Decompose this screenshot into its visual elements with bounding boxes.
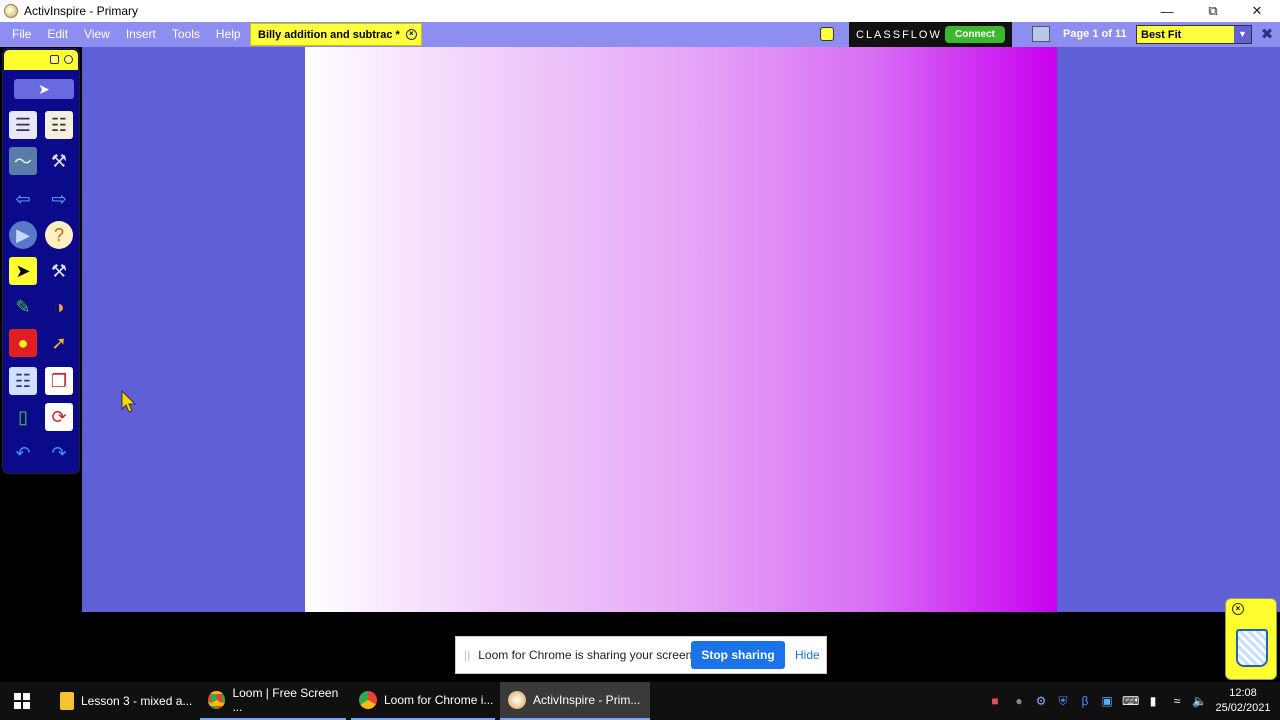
- clock-date: 25/02/2021: [1215, 702, 1271, 714]
- page-icon[interactable]: [1032, 26, 1050, 42]
- clock-time: 12:08: [1229, 687, 1257, 699]
- toolbox-header[interactable]: [4, 50, 78, 70]
- folder-icon: [60, 692, 74, 710]
- select-icon[interactable]: ➤: [9, 257, 37, 285]
- document-tab-label: Billy addition and subtrac *: [258, 28, 400, 41]
- collapse-icon[interactable]: [64, 55, 73, 64]
- menu-help[interactable]: Help: [208, 22, 249, 47]
- windows-start-icon[interactable]: [14, 693, 30, 709]
- help-icon[interactable]: ?: [45, 221, 73, 249]
- close-tab-icon[interactable]: ×: [405, 29, 417, 40]
- activinspire-icon: [508, 691, 526, 709]
- taskbar-item-label: Loom for Chrome i...: [384, 693, 494, 707]
- document-tab[interactable]: Billy addition and subtrac * ×: [250, 23, 422, 46]
- mouse-cursor-icon: [121, 390, 137, 413]
- chrome-icon: [359, 691, 377, 709]
- main-toolbox: ➤ ☰ ☷ 〜 ⚒ ⇦ ⇨ ▶ ? ➤ ⚒ ✎ ◑ ● ➚ ☷ ❐ ▯ ⟳ ↶ …: [2, 48, 80, 474]
- connect-button[interactable]: Connect: [945, 26, 1005, 43]
- resource-library-icon[interactable]: ☷: [9, 367, 37, 395]
- menu-file[interactable]: File: [4, 22, 39, 47]
- fullscreen-icon[interactable]: ✖: [1258, 26, 1276, 44]
- close-icon[interactable]: ×: [1232, 603, 1244, 615]
- pin-icon[interactable]: [50, 55, 59, 64]
- multi-tool-icon[interactable]: ⚒: [45, 257, 73, 285]
- title-bar: ActivInspire - Primary — ⧉ ✕: [0, 0, 1280, 22]
- notebook-icon[interactable]: [820, 27, 834, 41]
- menu-edit[interactable]: Edit: [39, 22, 76, 47]
- trash-can-icon: [1236, 629, 1268, 667]
- taskbar-item-label: Loom | Free Screen ...: [232, 686, 339, 714]
- page-indicator: Page 1 of 11: [1063, 28, 1127, 40]
- display-icon[interactable]: ▣: [1100, 694, 1114, 708]
- chrome-icon: [208, 691, 226, 709]
- wifi-icon[interactable]: ≈: [1170, 694, 1184, 708]
- bluetooth-icon[interactable]: β: [1078, 694, 1092, 708]
- eraser-icon[interactable]: ▯: [9, 403, 37, 431]
- play-icon[interactable]: ▶: [9, 221, 37, 249]
- page-browser-icon[interactable]: ☰: [9, 111, 37, 139]
- loom-sharing-bar: || Loom for Chrome is sharing your scree…: [455, 636, 827, 674]
- flipchart-page[interactable]: [305, 47, 1057, 612]
- menu-insert[interactable]: Insert: [118, 22, 164, 47]
- object-browser-icon[interactable]: ☷: [45, 111, 73, 139]
- taskbar-item-explorer[interactable]: Lesson 3 - mixed a...: [52, 682, 194, 720]
- close-button[interactable]: ✕: [1234, 0, 1280, 22]
- annotate-desktop-icon[interactable]: 〜: [9, 147, 37, 175]
- window-title: ActivInspire - Primary: [24, 4, 139, 18]
- tools-icon[interactable]: ⚒: [45, 147, 73, 175]
- battery-icon[interactable]: ▮: [1146, 694, 1160, 708]
- workspace: [0, 47, 1280, 612]
- classflow-logo: CLASSFLOW: [856, 28, 942, 41]
- next-page-icon[interactable]: ⇨: [45, 185, 73, 213]
- menu-view[interactable]: View: [76, 22, 118, 47]
- zoom-value: Best Fit: [1141, 28, 1182, 41]
- menu-bar: File Edit View Insert Tools Help Billy a…: [0, 22, 1280, 47]
- share-icon[interactable]: ➤: [14, 79, 74, 99]
- taskbar-item-label: Lesson 3 - mixed a...: [81, 694, 193, 708]
- duplicate-icon[interactable]: ❐: [45, 367, 73, 395]
- microphone-icon[interactable]: ●: [1012, 694, 1026, 708]
- reset-page-icon[interactable]: ⟳: [45, 403, 73, 431]
- classflow-panel: CLASSFLOW Connect: [849, 22, 1012, 47]
- loom-message: Loom for Chrome is sharing your screen.: [478, 648, 696, 662]
- restore-button[interactable]: ⧉: [1190, 0, 1236, 22]
- chevron-down-icon[interactable]: ▼: [1234, 26, 1251, 43]
- connector-icon[interactable]: ➚: [45, 329, 73, 357]
- keyboard-icon[interactable]: ⌨: [1122, 694, 1139, 708]
- pen-icon[interactable]: ✎: [9, 293, 37, 321]
- trash-bin[interactable]: ×: [1225, 598, 1277, 680]
- stop-sharing-button[interactable]: Stop sharing: [691, 641, 785, 669]
- taskbar-item-loom-extension[interactable]: Loom for Chrome i...: [351, 682, 495, 720]
- volume-icon[interactable]: 🔈: [1192, 694, 1207, 708]
- clock[interactable]: 12:08 25/02/2021: [1210, 686, 1276, 716]
- drag-handle-icon[interactable]: ||: [464, 648, 470, 662]
- taskbar-item-activinspire[interactable]: ActivInspire - Prim...: [500, 682, 650, 720]
- previous-page-icon[interactable]: ⇦: [9, 185, 37, 213]
- menu-tools[interactable]: Tools: [164, 22, 208, 47]
- taskbar-item-label: ActivInspire - Prim...: [533, 693, 641, 707]
- minimize-button[interactable]: —: [1144, 0, 1190, 22]
- redo-icon[interactable]: ↷: [45, 439, 73, 467]
- activinspire-app-icon: [4, 4, 18, 18]
- app-tray-icon[interactable]: ■: [988, 694, 1002, 708]
- shape-icon[interactable]: ●: [9, 329, 37, 357]
- hide-button[interactable]: Hide: [795, 637, 820, 673]
- fill-icon[interactable]: ◑: [45, 293, 73, 321]
- settings-icon[interactable]: ⚙: [1034, 694, 1048, 708]
- undo-icon[interactable]: ↶: [9, 439, 37, 467]
- zoom-select[interactable]: Best Fit ▼: [1136, 25, 1252, 44]
- taskbar: Lesson 3 - mixed a... Loom | Free Screen…: [0, 682, 1280, 720]
- shield-icon[interactable]: ⛨: [1056, 694, 1070, 708]
- taskbar-item-loom-chrome[interactable]: Loom | Free Screen ...: [200, 682, 346, 720]
